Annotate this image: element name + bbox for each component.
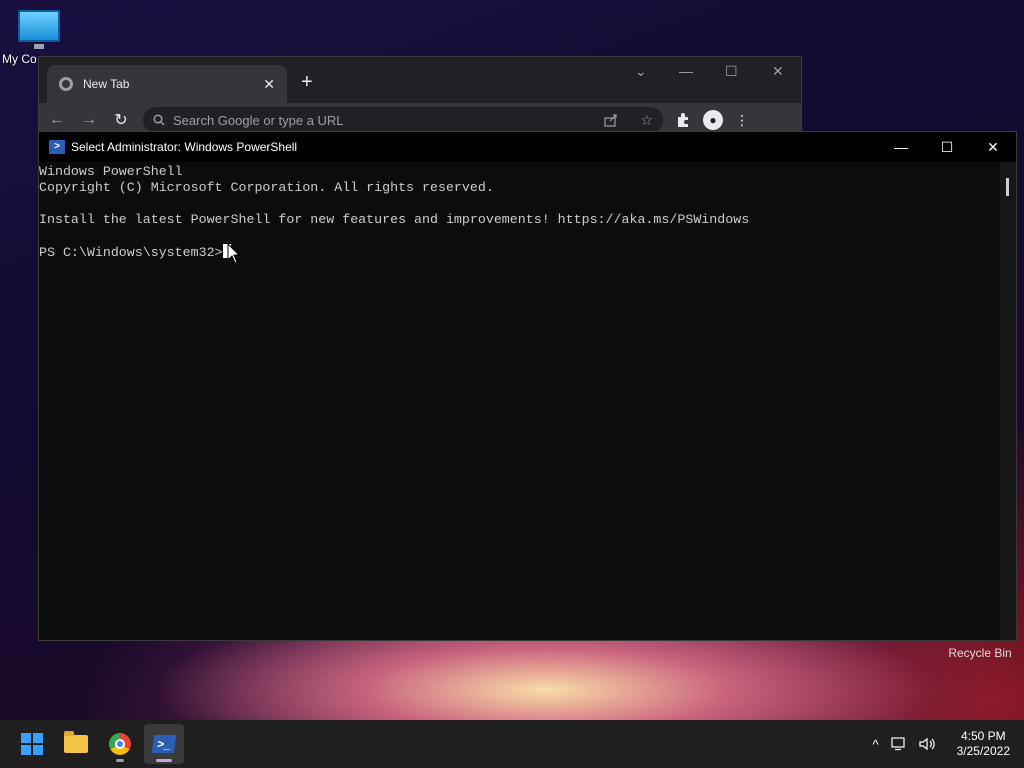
console-line: Copyright (C) Microsoft Corporation. All… — [39, 180, 494, 195]
desktop-icon-recycle-bin[interactable]: Recycle Bin — [940, 646, 1020, 660]
powershell-window: > Select Administrator: Windows PowerShe… — [38, 131, 1017, 641]
console-line: Install the latest PowerShell for new fe… — [39, 212, 750, 227]
monitor-icon — [18, 10, 60, 49]
chrome-tab[interactable]: New Tab ✕ — [47, 65, 287, 103]
active-indicator — [156, 759, 172, 762]
system-tray: ^ 4:50 PM 3/25/2022 — [873, 729, 1024, 759]
share-icon[interactable] — [604, 113, 618, 127]
running-indicator — [116, 759, 124, 762]
folder-icon — [64, 731, 88, 753]
windows-logo-icon — [21, 733, 43, 755]
clock[interactable]: 4:50 PM 3/25/2022 — [957, 729, 1010, 759]
chrome-tab-title: New Tab — [83, 77, 130, 91]
tray-overflow-chevron-icon[interactable]: ^ — [873, 737, 879, 752]
console-scrollbar[interactable] — [1000, 162, 1016, 640]
taskbar-file-explorer[interactable] — [56, 724, 96, 764]
maximize-button[interactable]: ☐ — [924, 132, 970, 162]
clock-date: 3/25/2022 — [956, 744, 1010, 758]
extensions-icon[interactable] — [675, 112, 691, 128]
chrome-tabstrip: New Tab ✕ + ⌄ — ☐ ✕ — [39, 57, 801, 103]
search-icon — [153, 114, 165, 126]
powershell-taskbar-icon: >_ — [151, 735, 177, 753]
window-controls: — ☐ ✕ — [878, 132, 1016, 162]
chrome-icon — [109, 733, 131, 755]
taskbar-chrome[interactable] — [100, 724, 140, 764]
mouse-pointer-icon — [227, 243, 241, 264]
console-line: Windows PowerShell — [39, 164, 183, 179]
back-button[interactable]: ← — [47, 111, 67, 129]
omnibox-input[interactable] — [173, 112, 597, 128]
chrome-minimize-button[interactable]: — — [679, 63, 693, 79]
powershell-title: Select Administrator: Windows PowerShell — [71, 140, 298, 154]
bookmark-star-icon[interactable]: ☆ — [640, 112, 653, 129]
new-tab-button[interactable]: + — [301, 71, 313, 94]
volume-icon[interactable] — [919, 737, 937, 751]
taskbar-powershell[interactable]: >_ — [144, 724, 184, 764]
network-icon[interactable] — [891, 737, 907, 751]
chrome-favicon-icon — [59, 77, 73, 91]
desktop-icon-label: Recycle Bin — [948, 646, 1012, 660]
forward-button[interactable]: → — [79, 111, 99, 129]
tab-close-icon[interactable]: ✕ — [263, 76, 275, 93]
powershell-titlebar[interactable]: > Select Administrator: Windows PowerShe… — [39, 132, 1016, 162]
console-output[interactable]: Windows PowerShell Copyright (C) Microsof… — [39, 162, 1000, 640]
close-button[interactable]: ✕ — [970, 132, 1016, 162]
tab-search-icon[interactable]: ⌄ — [635, 63, 647, 80]
chrome-menu-icon[interactable]: ⋮ — [735, 112, 749, 129]
start-button[interactable] — [12, 724, 52, 764]
console-prompt: PS C:\Windows\system32> — [39, 245, 223, 260]
prompt-line: PS C:\Windows\system32> — [39, 244, 1000, 261]
chrome-window: New Tab ✕ + ⌄ — ☐ ✕ ← → ↻ ☆ ● ⋮ — [38, 56, 802, 137]
scrollbar-thumb[interactable] — [1006, 178, 1009, 196]
minimize-button[interactable]: — — [878, 132, 924, 162]
chrome-maximize-button[interactable]: ☐ — [725, 63, 738, 80]
taskbar: >_ ^ 4:50 PM 3/25/2022 — [0, 720, 1024, 768]
chrome-close-button[interactable]: ✕ — [772, 63, 784, 80]
omnibox[interactable]: ☆ — [143, 107, 663, 133]
powershell-icon: > — [49, 140, 65, 154]
reload-button[interactable]: ↻ — [111, 110, 131, 130]
clock-time: 4:50 PM — [960, 729, 1006, 743]
profile-avatar-icon[interactable]: ● — [703, 110, 723, 130]
